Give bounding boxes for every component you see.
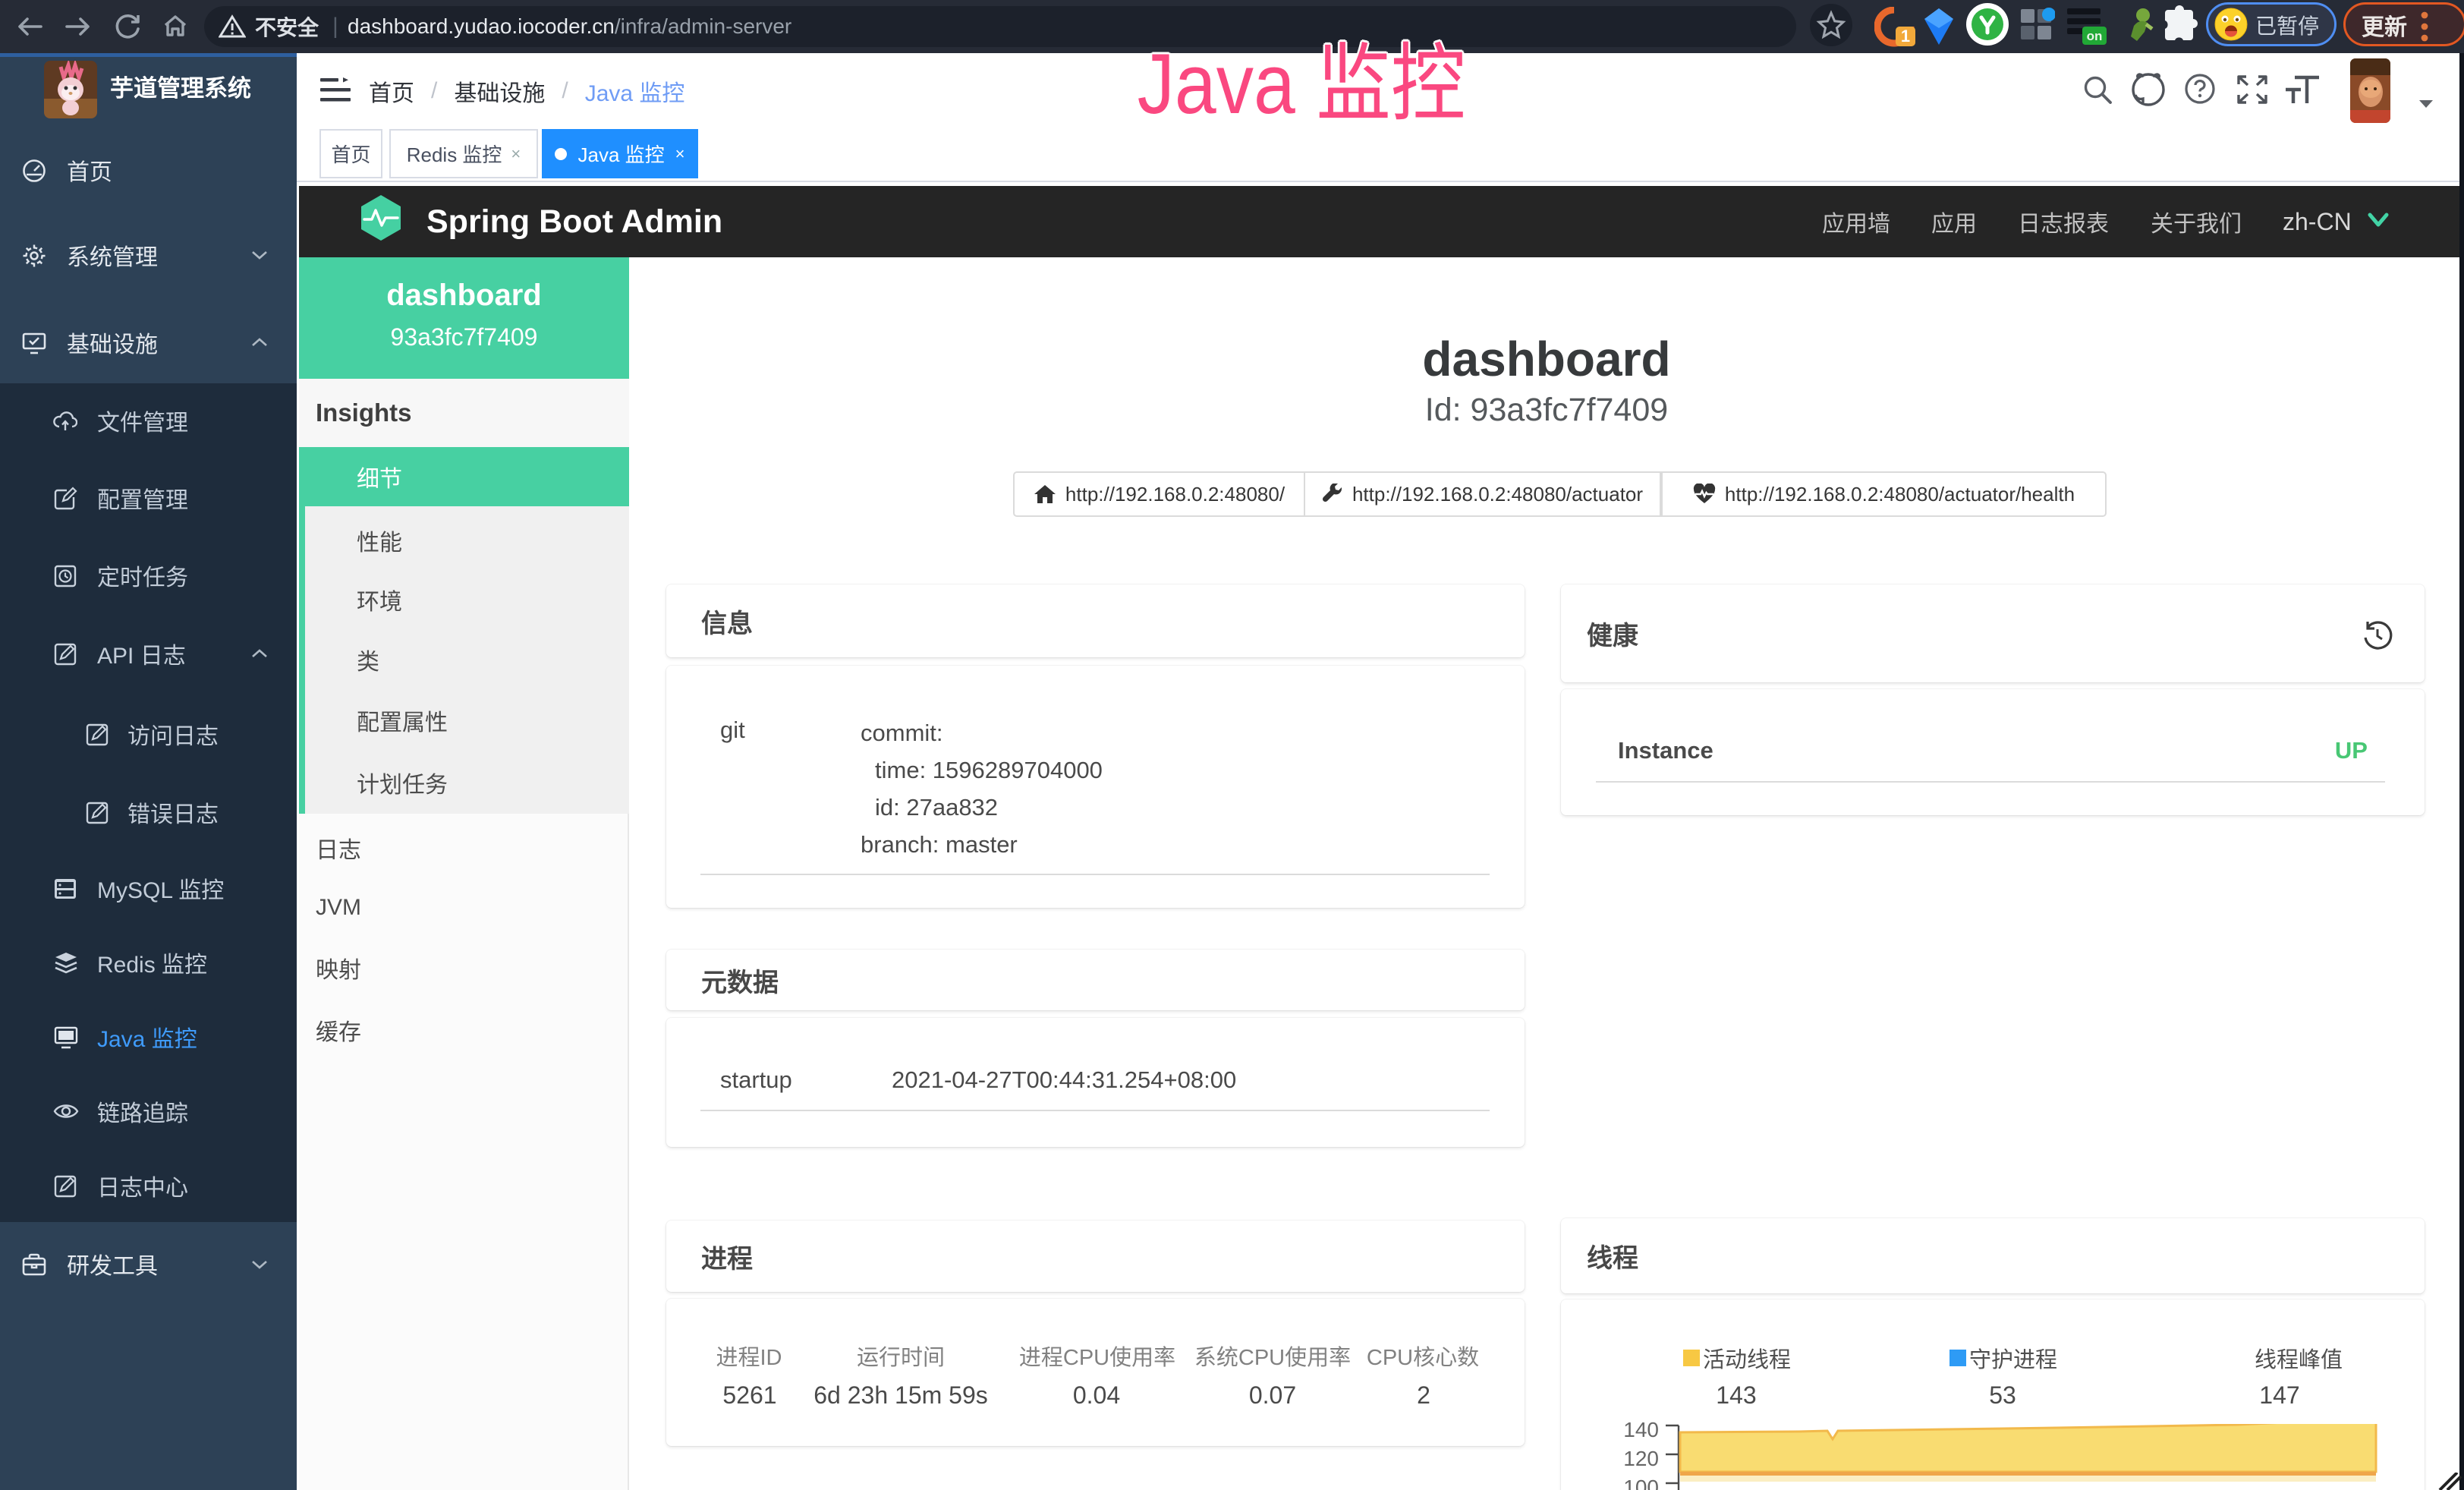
svg-text:1: 1 xyxy=(1901,27,1910,46)
svg-text:on: on xyxy=(2087,29,2103,43)
